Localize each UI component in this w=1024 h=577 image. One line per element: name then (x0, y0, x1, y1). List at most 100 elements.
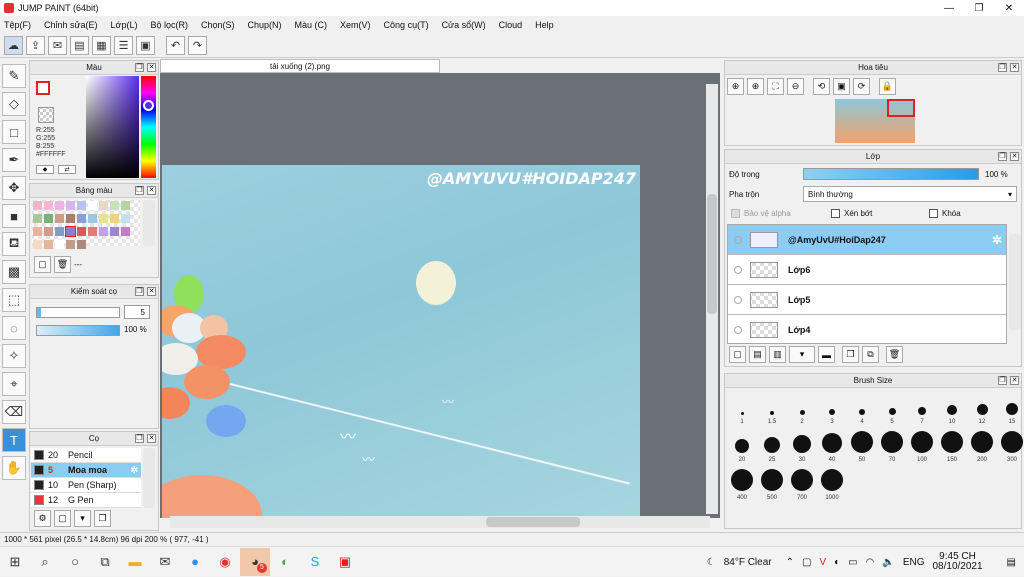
picker-icon[interactable]: ⌖ (2, 372, 26, 396)
panel-close-icon[interactable]: ✕ (147, 63, 156, 72)
saturation-value-picker[interactable] (86, 76, 139, 178)
list-icon[interactable]: ☰ (114, 36, 133, 55)
color-swatch[interactable] (44, 201, 53, 210)
brush-size-option[interactable]: 1000 (817, 466, 847, 504)
canvas-vertical-scrollbar[interactable] (706, 84, 718, 514)
panel-float-icon[interactable]: ❐ (998, 152, 1007, 161)
color-swatch[interactable] (99, 214, 108, 223)
gear-icon[interactable]: ✲ (992, 233, 1002, 247)
brush-item-pen-sharp[interactable]: 10 Pen (Sharp) (31, 478, 141, 493)
gear-icon[interactable]: ✲ (130, 465, 138, 476)
new-layer-icon[interactable]: ▢ (729, 346, 746, 363)
color-swatch[interactable] (44, 240, 53, 249)
brush-item-moa-moa[interactable]: 5 Moa moa ✲ (31, 463, 141, 478)
brush-opacity-slider[interactable] (36, 325, 120, 336)
flip-icon[interactable]: ▣ (833, 78, 850, 95)
hue-slider[interactable] (141, 76, 156, 178)
cortana-icon[interactable]: ○ (60, 548, 90, 576)
jump-paint-taskbar-icon[interactable]: ▣ (330, 548, 360, 576)
brush-size-option[interactable]: 20 (727, 428, 757, 466)
comment-icon[interactable]: ✉ (48, 36, 67, 55)
foreground-color[interactable] (36, 81, 50, 95)
delete-layer-icon[interactable]: 🗑 (886, 346, 903, 363)
hand-icon[interactable]: ✋ (2, 456, 26, 480)
gradient-icon[interactable]: ▩ (2, 260, 26, 284)
new-brush-icon[interactable]: ▢ (54, 510, 71, 527)
brush-size-option[interactable]: 5 (877, 390, 907, 428)
color-swatch[interactable] (77, 214, 86, 223)
messenger-icon[interactable]: ◕ 5 (240, 547, 270, 576)
menu-color[interactable]: Màu (C) (295, 20, 328, 30)
brush-item-g-pen[interactable]: 12 G Pen (31, 493, 141, 508)
brush-size-option[interactable]: 100 (907, 428, 937, 466)
menu-cloud[interactable]: Cloud (499, 20, 523, 30)
share-icon[interactable]: ⇪ (26, 36, 45, 55)
brush-size-option[interactable]: 200 (967, 428, 997, 466)
color-swatch[interactable] (33, 201, 42, 210)
chrome-icon[interactable]: ◉ (210, 548, 240, 576)
tray-v-icon[interactable]: V (819, 557, 826, 568)
panel-float-icon[interactable]: ❐ (998, 376, 1007, 385)
panel-float-icon[interactable]: ❐ (998, 63, 1007, 72)
brush-size-option[interactable]: 1 (727, 390, 757, 428)
color-swatch[interactable] (99, 227, 108, 236)
tray-app-icon[interactable]: ▢ (802, 557, 811, 568)
brush-size-option[interactable]: 400 (727, 466, 757, 504)
brush-size-option[interactable]: 15 (997, 390, 1024, 428)
menu-select[interactable]: Chọn(S) (201, 20, 235, 30)
brush-size-option[interactable]: 12 (967, 390, 997, 428)
color-swatch[interactable] (110, 227, 119, 236)
color-swatch[interactable] (33, 214, 42, 223)
message-icon[interactable]: ▤ (70, 36, 89, 55)
brush-size-option[interactable]: 150 (937, 428, 967, 466)
menu-file[interactable]: Tệp(F) (4, 20, 31, 30)
move-icon[interactable]: ✥ (2, 176, 26, 200)
color-swatch[interactable] (66, 214, 75, 223)
brush-size-option[interactable]: 2 (787, 390, 817, 428)
brush-size-option[interactable]: 7 (907, 390, 937, 428)
pen-icon[interactable]: ✒ (2, 148, 26, 172)
panel-close-icon[interactable]: ✕ (147, 434, 156, 443)
redo-icon[interactable]: ↷ (188, 36, 207, 55)
menu-window[interactable]: Cửa sổ(W) (442, 20, 486, 30)
color-swatch[interactable] (33, 227, 42, 236)
color-swatch[interactable] (55, 227, 64, 236)
brush-size-option[interactable]: 25 (757, 428, 787, 466)
coccoc-icon[interactable]: ◐ (270, 548, 300, 576)
windows-start-icon[interactable]: ⊞ (0, 548, 30, 576)
maximize-button[interactable]: ❐ (964, 0, 994, 16)
chevron-up-icon[interactable]: ⌃ (786, 557, 794, 568)
layer-opacity-slider[interactable] (803, 168, 979, 180)
tray-zoom-icon[interactable]: ◐ (834, 557, 840, 568)
weather-text[interactable]: 84°F Clear (724, 557, 772, 568)
delete-palette-icon[interactable]: 🗑 (54, 256, 71, 273)
brush-size-option[interactable]: 500 (757, 466, 787, 504)
palette-more[interactable]: --- (74, 260, 82, 269)
clock[interactable]: 9:45 CH 08/10/2021 (932, 552, 990, 572)
layer-item[interactable]: Lớp4 (728, 315, 1006, 343)
menu-tools[interactable]: Công cụ(T) (384, 20, 429, 30)
panel-float-icon[interactable]: ❐ (135, 63, 144, 72)
fill-rect-icon[interactable]: ■ (2, 204, 26, 228)
menu-view[interactable]: Xem(V) (340, 20, 371, 30)
brush-size-option[interactable]: 10 (937, 390, 967, 428)
navigator-preview[interactable] (835, 99, 915, 143)
brush-size-option[interactable]: 4 (847, 390, 877, 428)
transparent-color[interactable] (38, 107, 54, 123)
brush-copy-icon[interactable]: ❐ (94, 510, 111, 527)
rectangle-icon[interactable]: □ (2, 120, 26, 144)
panel-float-icon[interactable]: ❐ (135, 434, 144, 443)
document-tab[interactable]: tải xuống (2).png (160, 59, 440, 73)
cloud-save-icon[interactable]: ☁ (4, 36, 23, 55)
color-swatch[interactable] (121, 227, 130, 236)
color-swatch[interactable] (88, 214, 97, 223)
select-eraser-icon[interactable]: ⌫ (2, 400, 26, 424)
color-swatch[interactable] (121, 214, 130, 223)
volume-icon[interactable]: 🔈 (882, 557, 894, 568)
brush-size-option[interactable]: 300 (997, 428, 1024, 466)
copy-layer-icon[interactable]: ❐ (842, 346, 859, 363)
color-swatch[interactable] (55, 201, 64, 210)
visibility-icon[interactable] (734, 325, 742, 334)
color-swap-button[interactable]: ⇄ (58, 165, 76, 174)
menu-edit[interactable]: Chỉnh sửa(E) (44, 20, 98, 30)
